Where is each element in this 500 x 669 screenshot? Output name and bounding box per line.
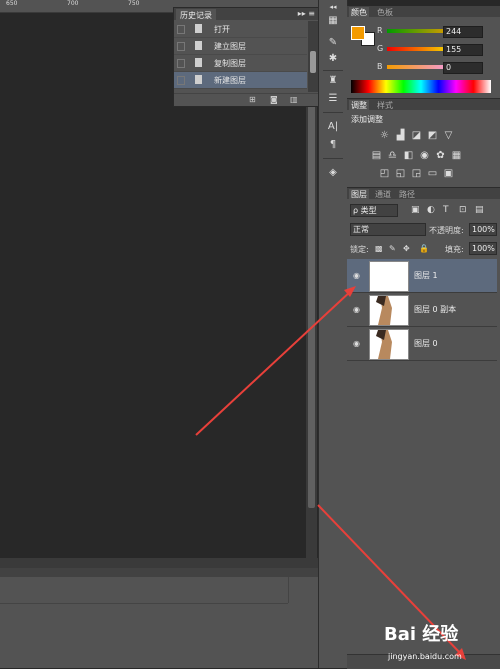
baidu-watermark: Bai 经验 jingyan.baidu.com — [380, 612, 500, 668]
watermark-brand: Bai 经验 — [384, 624, 459, 645]
annotation-arrows — [195, 286, 466, 660]
arrow-to-layer-1 — [195, 289, 353, 436]
watermark-url: jingyan.baidu.com — [388, 652, 462, 661]
